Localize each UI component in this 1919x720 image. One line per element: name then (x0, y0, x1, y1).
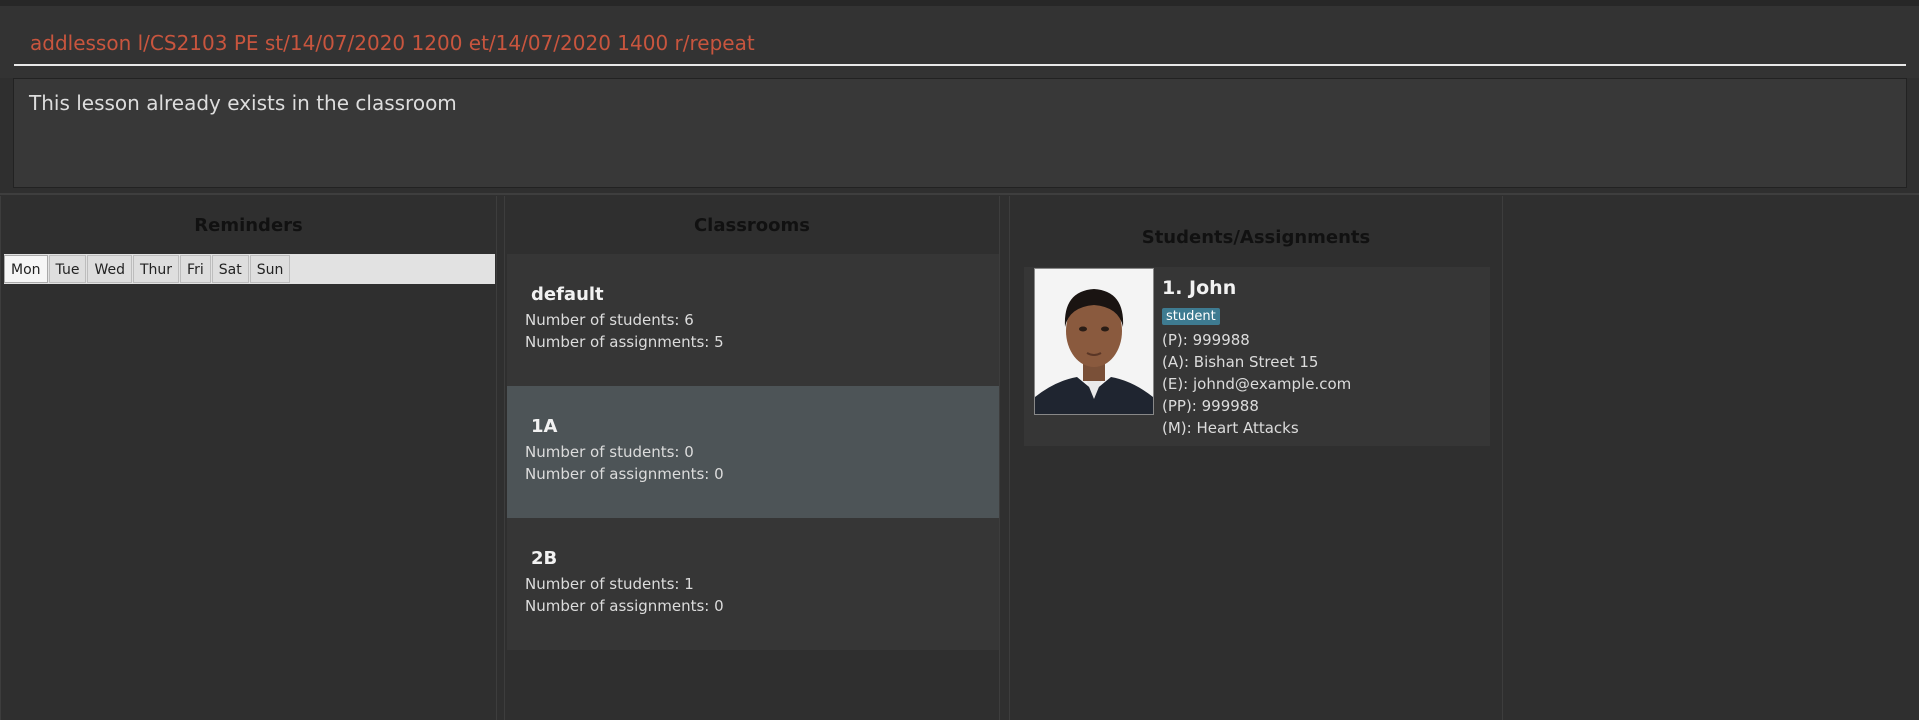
reminders-panel: Reminders Mon Tue Wed Thur Fri Sat Sun (0, 196, 497, 720)
classroom-list: default Number of students: 6 Number of … (507, 254, 999, 650)
student-phone: (P): 999988 (1162, 331, 1250, 349)
student-parent-phone: (PP): 999988 (1162, 397, 1259, 415)
students-title: Students/Assignments (1141, 227, 1371, 248)
classroom-assignments-count: Number of assignments: 5 (525, 333, 724, 351)
day-tabs: Mon Tue Wed Thur Fri Sat Sun (4, 254, 495, 284)
command-box: addlesson l/CS2103 PE st/14/07/2020 1200… (0, 0, 1919, 78)
tab-sat[interactable]: Sat (211, 255, 249, 283)
classrooms-panel: Classrooms default Number of students: 6… (504, 196, 1000, 720)
classroom-students-count: Number of students: 1 (525, 575, 694, 593)
classroom-students-count: Number of students: 0 (525, 443, 694, 461)
tab-mon[interactable]: Mon (4, 255, 48, 283)
classroom-students-count: Number of students: 6 (525, 311, 694, 329)
classroom-card-default[interactable]: default Number of students: 6 Number of … (507, 254, 999, 386)
person-photo-icon (1035, 269, 1153, 414)
tab-thur[interactable]: Thur (132, 255, 180, 283)
classroom-name: 2B (531, 548, 558, 569)
student-email: (E): johnd@example.com (1162, 375, 1352, 393)
command-input[interactable]: addlesson l/CS2103 PE st/14/07/2020 1200… (14, 20, 1906, 66)
classroom-assignments-count: Number of assignments: 0 (525, 597, 724, 615)
classroom-name: default (531, 284, 604, 305)
result-display: This lesson already exists in the classr… (13, 78, 1907, 188)
tab-tue[interactable]: Tue (48, 255, 87, 283)
result-message: This lesson already exists in the classr… (29, 91, 457, 115)
tab-wed[interactable]: Wed (87, 255, 132, 283)
student-photo (1034, 268, 1154, 415)
student-card[interactable]: 1. John student (P): 999988 (A): Bishan … (1024, 267, 1490, 446)
student-tag: student (1162, 308, 1220, 325)
reminders-title: Reminders (194, 215, 303, 236)
tab-sun[interactable]: Sun (249, 255, 291, 283)
classrooms-title: Classrooms (693, 215, 811, 236)
student-address: (A): Bishan Street 15 (1162, 353, 1319, 371)
students-panel: Students/Assignments 1. John student (P)… (1009, 196, 1503, 720)
student-info: 1. John student (P): 999988 (A): Bishan … (1162, 277, 1351, 439)
divider (0, 193, 1919, 195)
tab-fri[interactable]: Fri (180, 255, 211, 283)
classroom-name: 1A (531, 416, 558, 437)
student-medical: (M): Heart Attacks (1162, 419, 1299, 437)
student-name: 1. John (1162, 277, 1237, 299)
classroom-card-1a[interactable]: 1A Number of students: 0 Number of assig… (507, 386, 999, 518)
empty-area (1503, 196, 1919, 720)
classroom-assignments-count: Number of assignments: 0 (525, 465, 724, 483)
classroom-card-2b[interactable]: 2B Number of students: 1 Number of assig… (507, 518, 999, 650)
